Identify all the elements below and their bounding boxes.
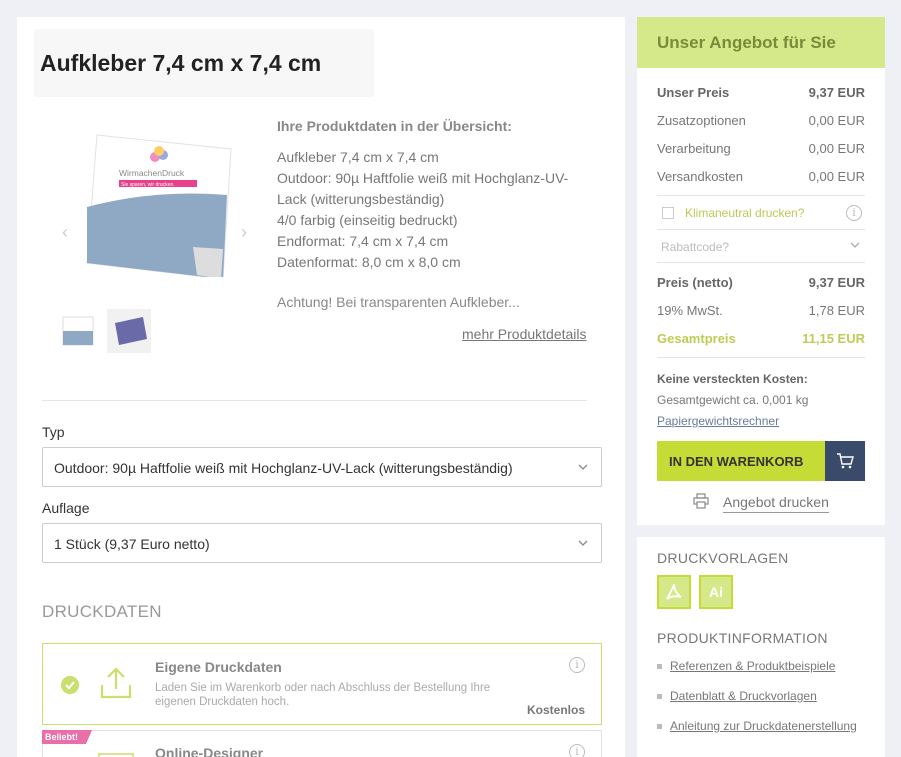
check-icon xyxy=(61,676,79,694)
sticker-tagline: Sie sparen, wir drucken. xyxy=(121,182,175,188)
spec-line: Datenformat: 8,0 cm x 8,0 cm xyxy=(277,254,461,270)
divider xyxy=(657,229,865,230)
total-row: 19% MwSt. 1,78 EUR xyxy=(657,303,865,318)
product-image[interactable]: WirmachenDruck Sie sparen, wir drucken. xyxy=(85,129,233,277)
resources-panel: DRUCKVORLAGEN Ai PRODUKTINFORMATION Refe… xyxy=(637,537,885,757)
typ-select-value: Outdoor: 90µ Haftfolie weiß mit Hochglan… xyxy=(54,460,513,476)
total-row: Preis (netto) 9,37 EUR xyxy=(657,275,865,290)
spec-line: 4/0 farbig (einseitig bedruckt) xyxy=(277,212,458,228)
divider xyxy=(42,400,587,401)
chevron-down-icon xyxy=(578,464,588,470)
klima-label[interactable]: Klimaneutral drucken? xyxy=(685,206,804,220)
divider xyxy=(657,195,865,196)
own-printdata-option[interactable]: Eigene Druckdaten Laden Sie im Warenkorb… xyxy=(42,643,602,725)
divider xyxy=(657,357,865,358)
gallery-next-button[interactable]: › xyxy=(241,222,247,243)
discount-code-input[interactable]: Rabattcode? xyxy=(661,240,729,254)
auflage-select-value: 1 Stück (9,37 Euro netto) xyxy=(54,536,210,552)
online-designer-option[interactable]: Beliebt! Online-Designer i xyxy=(42,730,602,757)
popular-badge: Beliebt! xyxy=(42,730,93,744)
spec-line: Endformat: 7,4 cm x 7,4 cm xyxy=(277,233,449,249)
ai-template-icon[interactable]: Ai xyxy=(699,575,733,609)
info-icon[interactable]: i xyxy=(569,744,585,757)
pdf-template-icon[interactable] xyxy=(657,575,691,609)
resource-link[interactable]: Anleitung zur Druckdatenerstellung xyxy=(657,719,857,733)
own-printdata-price: Kostenlos xyxy=(526,703,585,717)
templates-heading: DRUCKVORLAGEN xyxy=(657,550,789,566)
total-weight: Gesamtgewicht ca. 0,001 kg xyxy=(657,393,809,407)
auflage-select[interactable]: 1 Stück (9,37 Euro netto) xyxy=(42,523,602,563)
offer-header: Unser Angebot für Sie xyxy=(637,17,885,68)
product-info-heading: PRODUKTINFORMATION xyxy=(657,630,828,646)
offer-heading: Unser Angebot für Sie xyxy=(657,33,836,52)
info-icon[interactable]: i xyxy=(846,205,862,221)
sticker-brand: WirmachenDruck xyxy=(119,168,185,178)
upload-icon xyxy=(100,667,132,699)
ai-icon-label: Ai xyxy=(709,584,723,600)
price-row: Versandkosten 0,00 EUR xyxy=(657,169,865,184)
price-row: Unser Preis 9,37 EUR xyxy=(657,85,865,100)
add-to-cart-label: IN DEN WARENKORB xyxy=(669,454,804,469)
klima-checkbox[interactable] xyxy=(662,207,674,219)
price-row: Zusatzoptionen 0,00 EUR xyxy=(657,113,865,128)
cart-icon xyxy=(837,453,854,469)
divider xyxy=(657,262,865,263)
page-title: Aufkleber 7,4 cm x 7,4 cm xyxy=(40,50,322,76)
no-hidden-costs: Keine versteckten Kosten: xyxy=(657,372,808,386)
offer-panel: Unser Angebot für Sie Unser Preis 9,37 EU… xyxy=(637,17,885,525)
printer-icon[interactable] xyxy=(693,493,709,509)
add-to-cart-button[interactable]: IN DEN WARENKORB xyxy=(657,441,825,481)
spec-line: Outdoor: 90µ Haftfolie weiß mit Hochglan… xyxy=(277,170,569,207)
online-designer-title: Online-Designer xyxy=(155,745,264,757)
price-row: Verarbeitung 0,00 EUR xyxy=(657,141,865,156)
gallery-prev-button[interactable]: ‹ xyxy=(62,222,68,243)
chevron-down-icon xyxy=(578,540,588,546)
product-card: Aufkleber 7,4 cm x 7,4 cm ‹ › WirmachenD… xyxy=(17,17,625,757)
auflage-label: Auflage xyxy=(42,500,90,516)
cart-icon-button[interactable] xyxy=(825,441,865,481)
own-printdata-title: Eigene Druckdaten xyxy=(155,659,282,675)
product-specs: Aufkleber 7,4 cm x 7,4 cm Outdoor: 90µ H… xyxy=(277,147,587,273)
print-offer-link[interactable]: Angebot drucken xyxy=(723,494,829,510)
resource-link[interactable]: Referenzen & Produktbeispiele xyxy=(657,659,835,673)
paper-weight-calculator-link[interactable]: Papiergewichtsrechner xyxy=(657,414,779,428)
designer-icon xyxy=(98,753,134,757)
typ-label: Typ xyxy=(42,424,65,440)
spec-line: Aufkleber 7,4 cm x 7,4 cm xyxy=(277,149,439,165)
transparent-warning: Achtung! Bei transparenten Aufkleber... xyxy=(277,294,520,310)
thumbnail-1[interactable] xyxy=(59,309,103,353)
chevron-down-icon[interactable] xyxy=(849,239,861,251)
own-printdata-desc: Laden Sie im Warenkorb oder nach Abschlu… xyxy=(155,682,491,708)
grand-total-row: Gesamtpreis 11,15 EUR xyxy=(657,331,865,346)
druckdaten-heading: DRUCKDATEN xyxy=(42,602,162,621)
pdf-icon xyxy=(666,583,682,600)
thumbnail-2[interactable] xyxy=(107,309,151,353)
typ-select[interactable]: Outdoor: 90µ Haftfolie weiß mit Hochglan… xyxy=(42,447,602,487)
overview-heading: Ihre Produktdaten in der Übersicht: xyxy=(277,118,512,134)
info-icon[interactable]: i xyxy=(569,657,585,673)
more-details-link[interactable]: mehr Produktdetails xyxy=(462,326,587,342)
print-offer-underline xyxy=(723,512,829,513)
resource-link[interactable]: Datenblatt & Druckvorlagen xyxy=(657,689,817,703)
